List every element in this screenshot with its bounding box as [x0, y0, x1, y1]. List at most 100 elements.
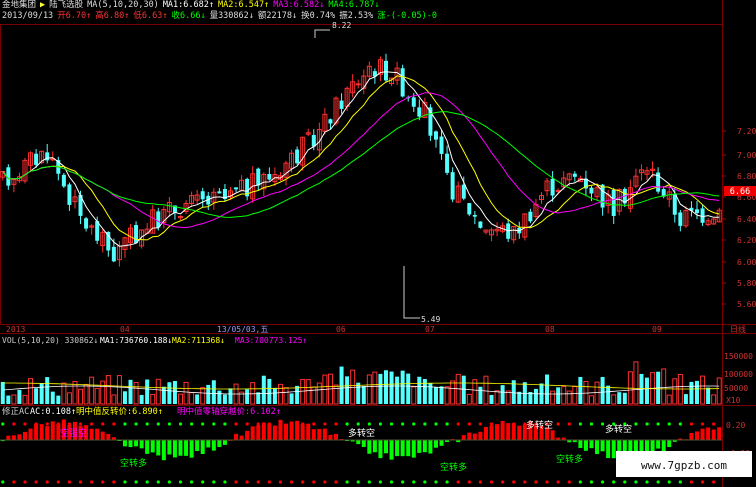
time-axis-label: 08: [545, 325, 555, 334]
indicator-bar: [28, 428, 33, 440]
indicator-dot: [123, 422, 127, 426]
volume-bar-down: [378, 373, 383, 404]
volume-bar-down: [383, 370, 388, 404]
volume-bar-up: [311, 386, 317, 405]
volume-unit: X10: [726, 396, 741, 405]
volume-bar-up: [183, 381, 189, 405]
candle-body-down: [528, 211, 533, 222]
indicator-bar: [150, 440, 155, 453]
indicator-bar: [372, 440, 377, 453]
volume-bar-up: [633, 361, 639, 405]
stock-name[interactable]: 金地集团: [2, 0, 36, 10]
indicator-bar: [139, 440, 144, 449]
indicator-bar: [695, 431, 700, 440]
volume-bar-down: [439, 386, 444, 404]
time-axis-label: 13/05/03,五: [217, 325, 268, 334]
volume-bar-down: [56, 395, 61, 404]
indicator-bar: [317, 428, 322, 440]
indicator-dot: [600, 480, 605, 484]
volume-bar-up: [366, 374, 372, 405]
indicator-bar: [589, 440, 594, 449]
volume-ma1: MA1:736760.188↓: [100, 336, 172, 345]
indicator-dot: [145, 480, 149, 484]
candle-body-down: [445, 153, 450, 173]
indicator-dot: [201, 422, 205, 426]
indicator-dot: [367, 422, 371, 426]
price-axis-label: 6.00: [737, 258, 756, 267]
indicator-dot: [167, 480, 171, 484]
indicator-bar: [6, 435, 11, 440]
indicator-dot: [356, 480, 360, 484]
indicator-dot: [700, 422, 705, 426]
indicator-bar: [100, 431, 105, 440]
indicator-dot: [123, 480, 127, 484]
indicator-dot: [156, 480, 160, 484]
indicator-bar: [239, 435, 244, 440]
indicator-dot: [289, 480, 294, 484]
indicator-bar: [467, 432, 472, 440]
indicator-dot: [512, 422, 516, 426]
indicator-dot: [423, 422, 427, 426]
amplitude-value: 振2.53%: [339, 11, 374, 21]
indicator-dot: [501, 422, 505, 426]
volume-bar-up: [561, 386, 567, 405]
volume-bar-down: [433, 387, 438, 404]
low-annotation: 5.49: [421, 315, 440, 324]
indicator-dot: [167, 422, 171, 426]
indicator-dot: [634, 422, 638, 426]
indicator-dot: [278, 422, 283, 426]
volume-bar-down: [206, 384, 211, 404]
indicator-dot: [67, 480, 72, 484]
indicator-label-kongduo: 空转多: [120, 457, 147, 469]
candle-body-down: [450, 172, 455, 200]
ma1-value: MA1:6.682↑: [162, 0, 214, 10]
indicator-bar: [50, 421, 55, 440]
indicator-dot: [567, 480, 571, 484]
volume-bar-up: [111, 394, 117, 405]
indicator-bar: [256, 425, 261, 440]
candle-body-down: [589, 187, 594, 194]
candle-body-down: [611, 189, 616, 216]
indicator-bar: [272, 425, 277, 440]
indicator-dot: [556, 422, 560, 426]
indicator-bar: [39, 424, 44, 440]
indicator-label-duokong: 多转空: [348, 427, 375, 439]
indicator-dot: [623, 480, 627, 484]
change-value: 涨-(-0.05)-0: [377, 11, 437, 21]
indicator-bar: [361, 440, 366, 448]
indicator-dot: [223, 480, 227, 484]
candle-body-down: [550, 178, 555, 196]
volume-bar-up: [305, 379, 311, 405]
candle-body-down: [400, 68, 405, 97]
indicator-dot: [501, 480, 505, 484]
volume-bar-up: [700, 375, 706, 405]
indicator-dot: [478, 422, 483, 426]
indicator-dot: [12, 480, 16, 484]
indicator-bar: [156, 440, 161, 456]
indicator-bar: [178, 440, 183, 456]
indicator-bar: [128, 440, 133, 448]
volume-bar-down: [245, 389, 250, 404]
volume-bar-up: [189, 392, 195, 405]
volume-bar-down: [395, 376, 400, 404]
ma-line: [2, 71, 720, 247]
indicator-bar: [222, 440, 227, 445]
indicator-bar: [122, 440, 127, 447]
indicator-dot: [467, 480, 471, 484]
indicator-dot: [389, 422, 394, 426]
indicator-bar: [295, 420, 300, 440]
volume-bar-up: [711, 394, 717, 405]
indicator-bar: [478, 431, 483, 440]
indicator-bar: [717, 427, 722, 440]
volume-bar-down: [34, 388, 39, 404]
indicator-dot: [12, 422, 16, 426]
volume-bar-up: [300, 378, 306, 405]
stock-chart[interactable]: 7.207.006.806.606.406.206.005.805.606.66…: [0, 0, 756, 487]
indicator-axis-line: 明中值零轴穿越价:6.102↑: [177, 406, 281, 417]
candle-body-down: [34, 153, 39, 165]
indicator-dot: [212, 422, 216, 426]
indicator-label-kongduo: 空转多: [556, 453, 583, 465]
volume-bar-down: [17, 389, 22, 404]
candle-body-down: [472, 214, 477, 217]
indicator-dot: [434, 480, 438, 484]
